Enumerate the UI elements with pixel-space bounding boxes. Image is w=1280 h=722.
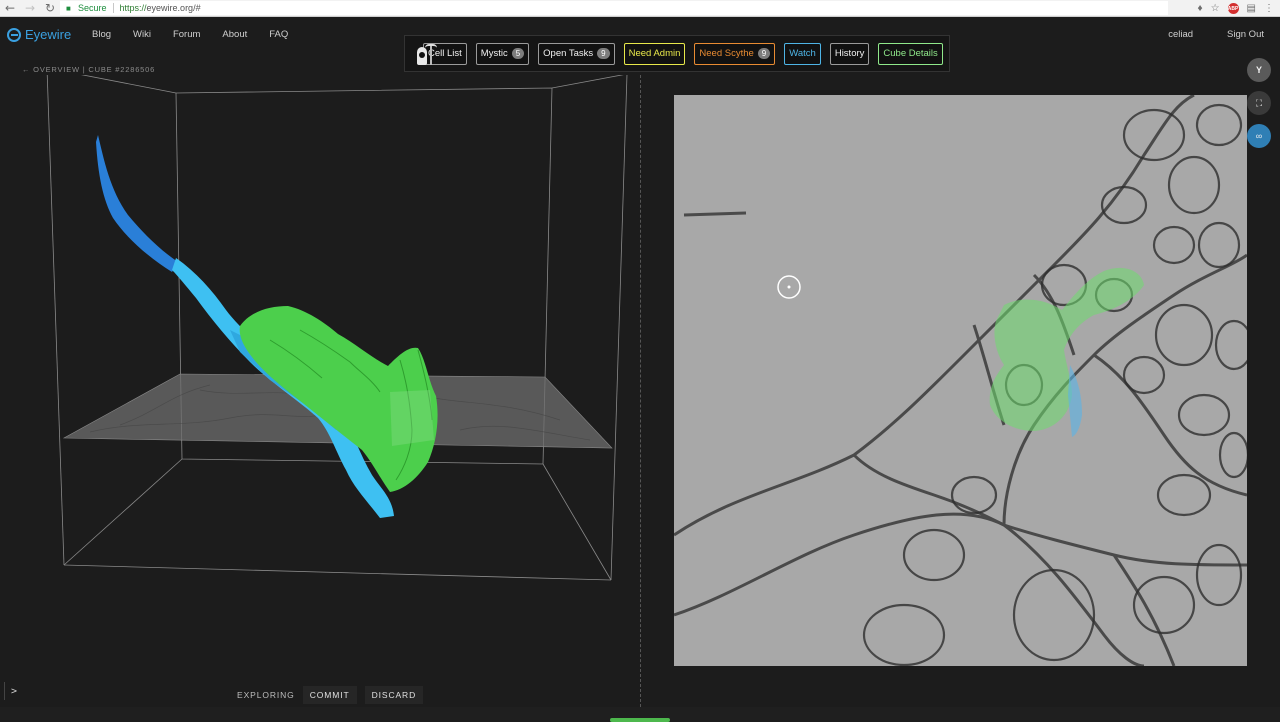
need-admin-label: Need Admin	[628, 48, 681, 59]
em-slice-image[interactable]	[674, 95, 1247, 666]
need-admin-button[interactable]: Need Admin	[623, 42, 686, 65]
extension-pin-icon[interactable]: ♦	[1197, 3, 1202, 14]
view-divider[interactable]	[640, 75, 641, 707]
need-scythe-count-badge: 9	[757, 48, 771, 59]
browser-chrome: ← → ↻ ■ Secure https:// eyewire.org /# ♦…	[0, 0, 1280, 17]
adblock-extension-icon[interactable]: ABP	[1227, 3, 1239, 14]
history-button[interactable]: History	[829, 42, 870, 65]
address-bar[interactable]: ■ Secure https:// eyewire.org /#	[60, 1, 1168, 15]
bottom-indicator[interactable]	[610, 718, 670, 722]
bookmark-star-icon[interactable]: ☆	[1211, 3, 1220, 14]
nav-faq[interactable]: FAQ	[269, 29, 288, 40]
task-status-bar: EXPLORING COMMIT DISCARD	[237, 686, 424, 704]
watch-label: Watch	[789, 48, 816, 59]
url-path: /#	[193, 3, 201, 13]
3d-view[interactable]	[0, 67, 640, 680]
mystic-count-badge: 5	[511, 48, 525, 59]
mystic-button[interactable]: Mystic 5	[475, 42, 530, 65]
cell-list-label: Cell List	[428, 48, 462, 59]
discard-button[interactable]: DISCARD	[364, 686, 424, 704]
sign-out-link[interactable]: Sign Out	[1227, 29, 1264, 40]
open-tasks-button[interactable]: Open Tasks 9	[538, 42, 615, 65]
back-icon[interactable]: ←	[0, 0, 20, 17]
exploring-status: EXPLORING	[237, 690, 295, 700]
open-tasks-count-badge: 9	[597, 48, 610, 59]
nav-about[interactable]: About	[222, 29, 247, 40]
extension-icon[interactable]: ▤	[1247, 3, 1256, 14]
3d-cube-render[interactable]	[0, 67, 640, 680]
open-tasks-label: Open Tasks	[543, 48, 594, 59]
reload-icon[interactable]: ↻	[40, 0, 60, 17]
logo-text: Eyewire	[25, 27, 72, 42]
console-prompt[interactable]: >	[11, 686, 17, 697]
url-scheme: https://	[119, 3, 147, 13]
history-label: History	[834, 48, 865, 59]
mystic-label: Mystic	[480, 48, 508, 59]
user-menu: celiad Sign Out	[1168, 29, 1264, 40]
nav-blog[interactable]: Blog	[92, 29, 111, 40]
forward-icon[interactable]: →	[20, 0, 40, 17]
need-scythe-label: Need Scythe	[699, 48, 754, 59]
username[interactable]: celiad	[1168, 29, 1193, 40]
eyewire-logo[interactable]: Eyewire	[7, 27, 71, 42]
cube-details-button[interactable]: Cube Details	[878, 42, 943, 65]
cube-toolbar: Cell List Mystic 5 Open Tasks 9 Need Adm…	[404, 35, 950, 72]
watch-button[interactable]: Watch	[784, 42, 821, 65]
url-host: eyewire.org	[146, 3, 194, 13]
secure-label: Secure	[78, 3, 107, 13]
cube-details-label: Cube Details	[883, 48, 938, 59]
nav-wiki[interactable]: Wiki	[133, 29, 151, 40]
axis-y-button[interactable]: Y	[1247, 58, 1271, 82]
fullscreen-icon[interactable]: ⛶	[1247, 91, 1271, 115]
console-edge	[4, 682, 5, 700]
commit-button[interactable]: COMMIT	[302, 686, 357, 704]
browser-menu-icon[interactable]: ⋮	[1264, 3, 1274, 14]
need-scythe-button[interactable]: Need Scythe 9	[694, 42, 776, 65]
top-nav: Blog Wiki Forum About FAQ	[92, 29, 310, 40]
eyewire-logo-icon	[7, 27, 21, 42]
2d-slice-view[interactable]	[674, 95, 1247, 666]
lock-icon: ■	[66, 3, 71, 13]
browser-actions: ♦ ☆ ABP ▤ ⋮	[1197, 0, 1274, 17]
nav-forum[interactable]: Forum	[173, 29, 200, 40]
address-separator	[112, 3, 114, 13]
breadcrumb[interactable]: ← OVERVIEW | CUBE #2286506	[22, 65, 155, 74]
binoculars-icon[interactable]: ∞	[1247, 124, 1271, 148]
